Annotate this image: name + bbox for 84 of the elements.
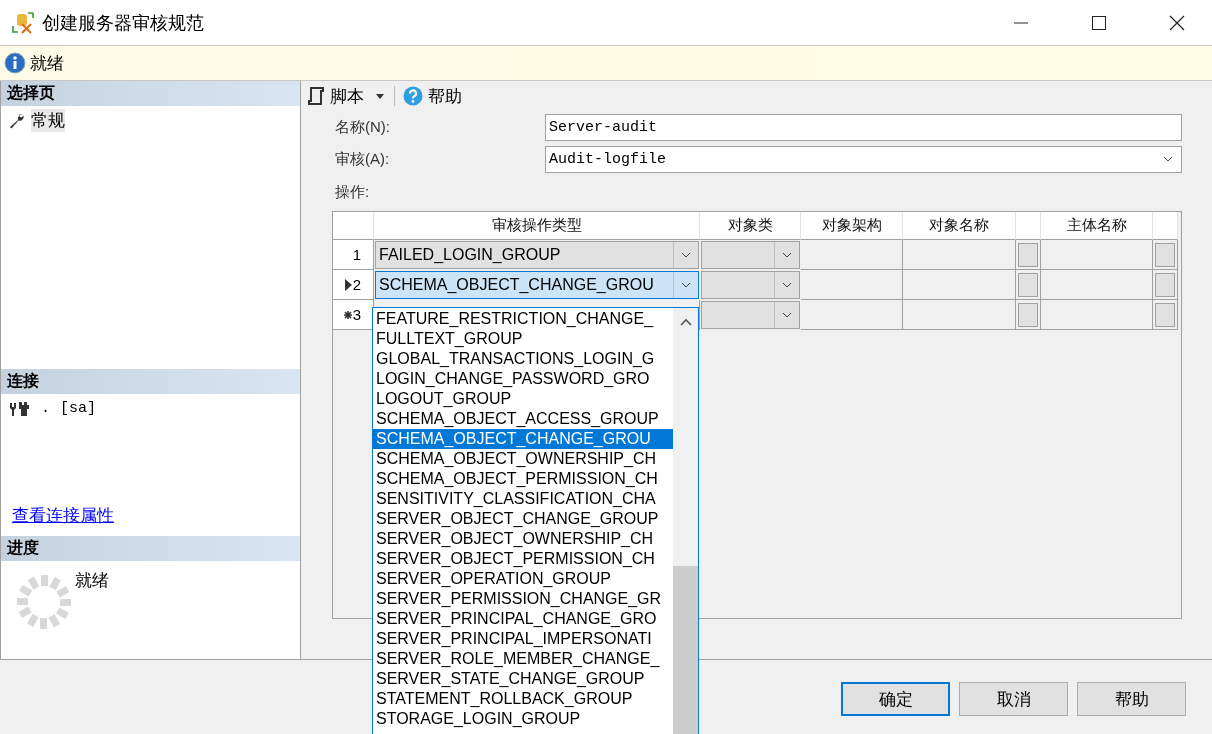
row-number: 1 (352, 246, 361, 263)
browse-button[interactable] (1155, 273, 1175, 297)
column-header: 主体名称 (1041, 212, 1153, 240)
page-item[interactable]: 常规 (31, 109, 65, 132)
scrollbar[interactable] (673, 308, 698, 734)
close-icon[interactable] (1169, 14, 1185, 31)
dropdown-option[interactable]: SCHEMA_OBJECT_PERMISSION_CH (373, 469, 673, 489)
server-name: . (41, 400, 50, 417)
wrench-icon (9, 112, 25, 129)
browse-button[interactable] (1018, 303, 1038, 327)
spinner-icon (15, 573, 73, 631)
object-class-dropdown[interactable] (701, 271, 800, 299)
chevron-down-icon (681, 252, 691, 258)
info-icon (4, 52, 26, 74)
dialog-button[interactable]: 取消 (959, 682, 1068, 716)
chevron-up-icon[interactable] (679, 318, 692, 326)
dropdown-option[interactable]: FEATURE_RESTRICTION_CHANGE_ (373, 309, 673, 329)
dropdown-option[interactable]: GLOBAL_TRANSACTIONS_LOGIN_G (373, 349, 673, 369)
options-menu[interactable] (372, 307, 699, 734)
status-text: 就绪 (30, 52, 64, 75)
dropdown-option[interactable]: SCHEMA_OBJECT_ACCESS_GROUP (373, 409, 673, 429)
dropdown-option[interactable]: SERVER_OPERATION_GROUP (373, 569, 673, 589)
browse-button[interactable] (1155, 303, 1175, 327)
dropdown-option[interactable]: LOGIN_CHANGE_PASSWORD_GRO (373, 369, 673, 389)
dropdown-option[interactable]: SERVER_ROLE_MEMBER_CHANGE_ (373, 649, 673, 669)
dialog-button[interactable]: 帮助 (1077, 682, 1186, 716)
row-header[interactable]: 1 (333, 240, 374, 270)
action-type-dropdown[interactable]: SCHEMA_OBJECT_CHANGE_GROU (375, 271, 699, 299)
dropdown-option[interactable]: SERVER_PRINCIPAL_CHANGE_GRO (373, 609, 673, 629)
action-type-dropdown[interactable]: FAILED_LOGIN_GROUP (375, 241, 699, 269)
name-field[interactable]: Server-audit (545, 113, 1182, 141)
dropdown-option[interactable]: SERVER_OBJECT_OWNERSHIP_CH (373, 529, 673, 549)
chevron-down-icon (681, 282, 691, 288)
dropdown-option[interactable]: STORAGE_LOGIN_GROUP (373, 709, 673, 729)
dropdown-option[interactable]: SERVER_PRINCIPAL_IMPERSONATI (373, 629, 673, 649)
dropdown-option[interactable]: LOGOUT_GROUP (373, 389, 673, 409)
connection-properties-link[interactable]: 查看连接属性 (12, 506, 114, 525)
column-header: 对象类 (700, 212, 801, 240)
dropdown-option[interactable]: SERVER_OBJECT_CHANGE_GROUP (373, 509, 673, 529)
dropdown-option[interactable]: SERVER_PERMISSION_CHANGE_GR (373, 589, 673, 609)
object-class-dropdown[interactable] (701, 301, 800, 329)
column-header: 对象架构 (801, 212, 903, 240)
row-header[interactable]: 2 (333, 270, 374, 300)
chevron-down-icon (782, 312, 792, 318)
dropdown-option[interactable]: SCHEMA_OBJECT_OWNERSHIP_CH (373, 449, 673, 469)
maximize-icon[interactable] (1091, 14, 1107, 31)
chevron-down-icon (782, 252, 792, 258)
row-header[interactable]: 3 (333, 300, 374, 330)
asterisk-icon (343, 310, 352, 319)
ok-button[interactable]: 确定 (841, 682, 950, 716)
row-number: 3 (352, 306, 361, 323)
progress-status: 就绪 (75, 570, 109, 592)
column-header: 审核操作类型 (374, 212, 700, 240)
scroll-icon (307, 86, 325, 106)
browse-button[interactable] (1018, 273, 1038, 297)
section-header: 进度 (1, 536, 300, 561)
field-label: 审核(A): (335, 149, 391, 169)
chevron-down-icon (782, 282, 792, 288)
browse-button[interactable] (1155, 243, 1175, 267)
database-tools-icon (12, 11, 34, 34)
column-header: 对象名称 (903, 212, 1016, 240)
browse-button[interactable] (1018, 243, 1038, 267)
dropdown-option[interactable]: SERVER_OBJECT_PERMISSION_CH (373, 549, 673, 569)
row-pointer-icon (344, 278, 352, 291)
section-header: 选择页 (1, 81, 300, 106)
section-header: 连接 (1, 369, 300, 394)
dropdown-option[interactable]: SCHEMA_OBJECT_CHANGE_GROU (373, 429, 673, 449)
dropdown-option[interactable]: FULLTEXT_GROUP (373, 329, 673, 349)
script-button[interactable]: 脚本 (305, 84, 366, 108)
section-label: 操作: (334, 183, 371, 202)
object-class-dropdown[interactable] (701, 241, 800, 269)
plug-icon (9, 400, 31, 416)
dropdown-option[interactable]: SERVER_STATE_CHANGE_GROUP (373, 669, 673, 689)
user-name: [sa] (60, 400, 97, 417)
chevron-down-icon (1163, 156, 1173, 162)
dropdown-arrow-icon[interactable] (376, 93, 384, 99)
dropdown-option[interactable]: STATEMENT_ROLLBACK_GROUP (373, 689, 673, 709)
dropdown-option[interactable]: SENSITIVITY_CLASSIFICATION_CHA (373, 489, 673, 509)
help-button[interactable]: 帮助 (401, 84, 464, 108)
window-title: 创建服务器审核规范 (42, 11, 205, 35)
audit-dropdown[interactable]: Audit-logfile (545, 145, 1182, 173)
help-icon (403, 86, 423, 106)
row-number: 2 (352, 276, 361, 293)
field-label: 名称(N): (335, 117, 391, 137)
